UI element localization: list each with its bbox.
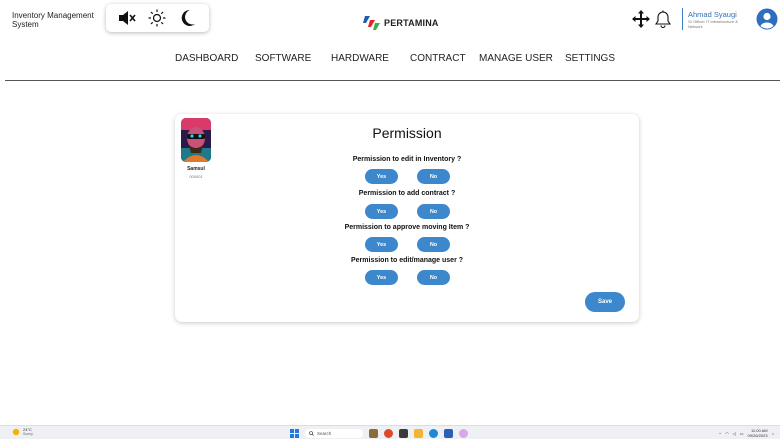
profile-name: Samsul (187, 166, 205, 172)
question-add-contract: Permission to add contract ? (358, 190, 456, 197)
brand-name: PERTAMINA (384, 18, 439, 28)
edit-inventory-yes-button[interactable]: Yes (365, 169, 398, 184)
pertamina-logo: PERTAMINA (363, 15, 439, 31)
clock-date: 09/26/2023 (747, 433, 768, 438)
taskbar-app-icon[interactable] (369, 428, 378, 438)
taskbar-apps: Search (290, 428, 468, 438)
nav-dashboard[interactable]: DASHBOARD (175, 53, 238, 64)
clock[interactable]: 11:00 AM 09/26/2023 (748, 428, 768, 438)
sun-weather-icon (12, 428, 20, 436)
os-taskbar: 24°C Sunny Search ^ ◠ ◁ ▭ 11:00 AM 09/26… (0, 425, 780, 439)
user-role: Sr Officer IT Infrastructure & Network (688, 18, 738, 29)
battery-icon[interactable]: ▭ (740, 431, 744, 436)
browser-icon[interactable] (429, 428, 438, 438)
app-title: Inventory Management System (12, 11, 94, 29)
mute-icon[interactable] (116, 7, 138, 29)
nav-manage-user[interactable]: MANAGE USER (479, 53, 553, 64)
volume-icon[interactable]: ◁ (733, 431, 736, 436)
moon-icon[interactable] (177, 7, 199, 29)
approve-moving-item-yes-button[interactable]: Yes (365, 237, 398, 252)
save-button[interactable]: Save (585, 292, 625, 312)
nav-contract[interactable]: CONTRACT (410, 53, 466, 64)
header-divider (682, 8, 683, 30)
notification-icon[interactable]: ○ (772, 431, 774, 436)
pertamina-logo-mark (363, 16, 380, 30)
taskbar-app-icon[interactable] (399, 428, 408, 438)
user-name: Ahmad Syaugi (688, 9, 737, 19)
user-avatar-icon[interactable] (756, 8, 778, 30)
approve-moving-item-no-button[interactable]: No (417, 237, 450, 252)
question-approve-moving-item: Permission to approve moving Item ? (344, 224, 470, 231)
user-info[interactable]: Ahmad Syaugi Sr Officer IT Infrastructur… (688, 10, 752, 29)
weather-condition: Sunny (23, 432, 33, 436)
add-contract-no-button[interactable]: No (417, 204, 450, 219)
manage-user-yes-button[interactable]: Yes (365, 270, 398, 285)
taskbar-app-icon[interactable] (384, 428, 393, 438)
header-right: Ahmad Syaugi Sr Officer IT Infrastructur… (630, 6, 780, 32)
taskbar-app-icon[interactable] (459, 428, 468, 438)
manage-user-no-button[interactable]: No (417, 270, 450, 285)
nav-hardware[interactable]: HARDWARE (331, 53, 389, 64)
bell-icon[interactable] (652, 8, 674, 30)
question-manage-user: Permission to edit/manage user ? (350, 257, 464, 264)
search-icon (309, 430, 314, 436)
header-divider-line (5, 80, 780, 81)
question-edit-inventory: Permission to edit in Inventory ? (352, 156, 462, 163)
add-contract-yes-button[interactable]: Yes (365, 204, 398, 219)
move-icon[interactable] (630, 8, 652, 30)
edit-inventory-no-button[interactable]: No (417, 169, 450, 184)
nav-settings[interactable]: SETTINGS (565, 53, 615, 64)
sun-icon[interactable] (146, 7, 168, 29)
wifi-icon[interactable]: ◠ (725, 431, 729, 436)
taskbar-search-label: Search (317, 430, 332, 436)
display-mode-toolbar (106, 4, 209, 32)
weather-widget[interactable]: 24°C Sunny (12, 428, 33, 436)
profile-id: 000001 (189, 174, 203, 179)
taskbar-search[interactable]: Search (305, 428, 363, 438)
main-nav: DASHBOARD SOFTWARE HARDWARE CONTRACT MAN… (0, 53, 780, 67)
permission-card: Samsul 000001 Permission Permission to e… (175, 114, 639, 322)
card-title: Permission (372, 125, 442, 141)
system-tray: ^ ◠ ◁ ▭ 11:00 AM 09/26/2023 ○ (719, 427, 774, 439)
folder-icon[interactable] (414, 428, 423, 438)
chevron-up-icon[interactable]: ^ (719, 431, 721, 436)
taskbar-app-icon[interactable] (444, 428, 453, 438)
windows-start-icon[interactable] (290, 428, 299, 438)
nav-software[interactable]: SOFTWARE (255, 53, 311, 64)
